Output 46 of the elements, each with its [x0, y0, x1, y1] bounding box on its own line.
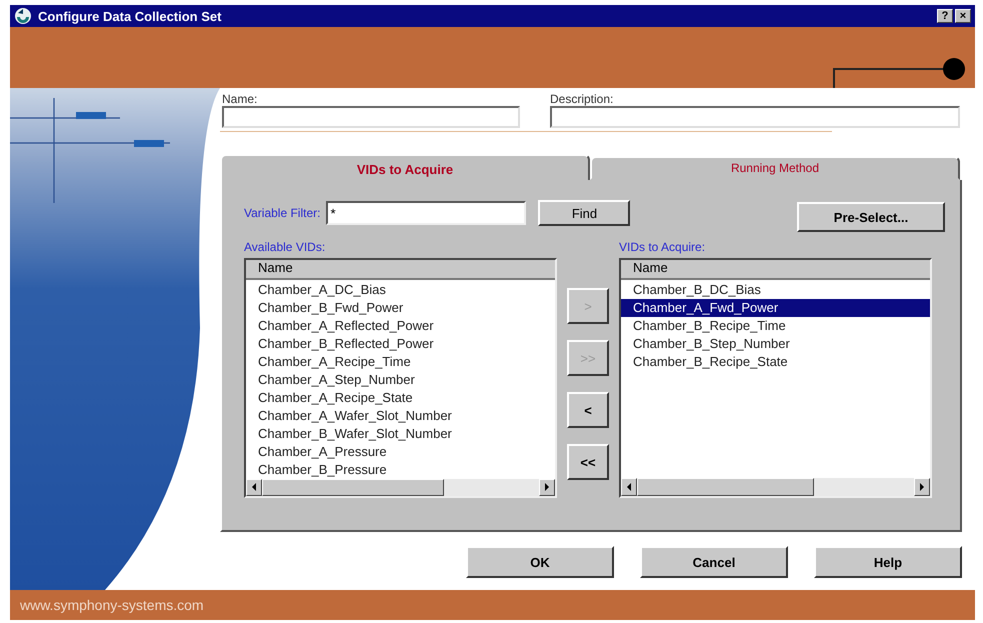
list-item[interactable]: Chamber_B_DC_Bias	[621, 281, 930, 299]
list-item[interactable]: Chamber_A_Pressure	[246, 442, 555, 460]
scrollbar[interactable]	[246, 478, 555, 496]
move-button[interactable]: <<	[567, 444, 609, 480]
filter-field[interactable]: *	[326, 201, 526, 225]
list-label: VIDs to Acquire:	[619, 240, 706, 254]
scrollbar[interactable]	[621, 478, 930, 496]
list-item[interactable]: Chamber_A_Step_Number	[246, 370, 555, 388]
footer-url: www.symphony-systems.com	[20, 597, 204, 613]
ok-button[interactable]: OK	[466, 546, 614, 578]
right-arrow-icon	[919, 483, 925, 491]
list-label: Available VIDs:	[244, 240, 326, 254]
field-label: Description:	[550, 92, 614, 106]
list-item[interactable]: Chamber_A_Recipe_State	[246, 388, 555, 406]
filter-label: Variable Filter:	[244, 206, 320, 220]
column-header[interactable]: Name	[246, 260, 555, 280]
find-button[interactable]: Find	[538, 200, 630, 226]
list-item[interactable]: Chamber_B_Pressure	[246, 460, 555, 478]
help-button[interactable]: Help	[814, 546, 962, 578]
list-item[interactable]: Chamber_B_Recipe_Time	[621, 317, 930, 335]
move-button[interactable]: <	[567, 392, 609, 428]
list-item[interactable]: Chamber_B_Step_Number	[621, 335, 930, 353]
left-arrow-icon	[251, 483, 257, 492]
list-item[interactable]: Chamber_A_Reflected_Power	[246, 316, 555, 334]
pre-select-button[interactable]: Pre-Select...	[797, 202, 945, 232]
list-item[interactable]: Chamber_B_Wafer_Slot_Number	[246, 424, 555, 442]
column-header[interactable]: Name	[621, 260, 930, 280]
line-dot-icon	[833, 57, 965, 88]
list-item[interactable]: Chamber_B_Recipe_State	[621, 353, 930, 371]
list-item[interactable]: Chamber_B_Fwd_Power	[246, 298, 555, 316]
list-item[interactable]: Chamber_A_Recipe_Time	[246, 352, 555, 370]
description-field[interactable]	[550, 106, 960, 128]
close-button[interactable]: ×	[955, 9, 971, 23]
name-field[interactable]	[222, 106, 520, 128]
list-item[interactable]: Chamber_A_Fwd_Power	[621, 299, 930, 317]
help-button[interactable]: ?	[937, 9, 953, 23]
tab[interactable]: Running Method	[590, 156, 960, 180]
list-item[interactable]: Chamber_A_DC_Bias	[246, 280, 555, 298]
right-arrow-icon	[544, 483, 550, 492]
cancel-button[interactable]: Cancel	[640, 546, 788, 578]
list-item[interactable]: Chamber_B_Reflected_Power	[246, 334, 555, 352]
app-icon	[14, 7, 32, 25]
left-arrow-icon	[626, 483, 632, 491]
window-title: Configure Data Collection Set	[38, 8, 222, 24]
field-label: Name:	[222, 92, 258, 106]
list-item[interactable]: Chamber_A_Wafer_Slot_Number	[246, 406, 555, 424]
